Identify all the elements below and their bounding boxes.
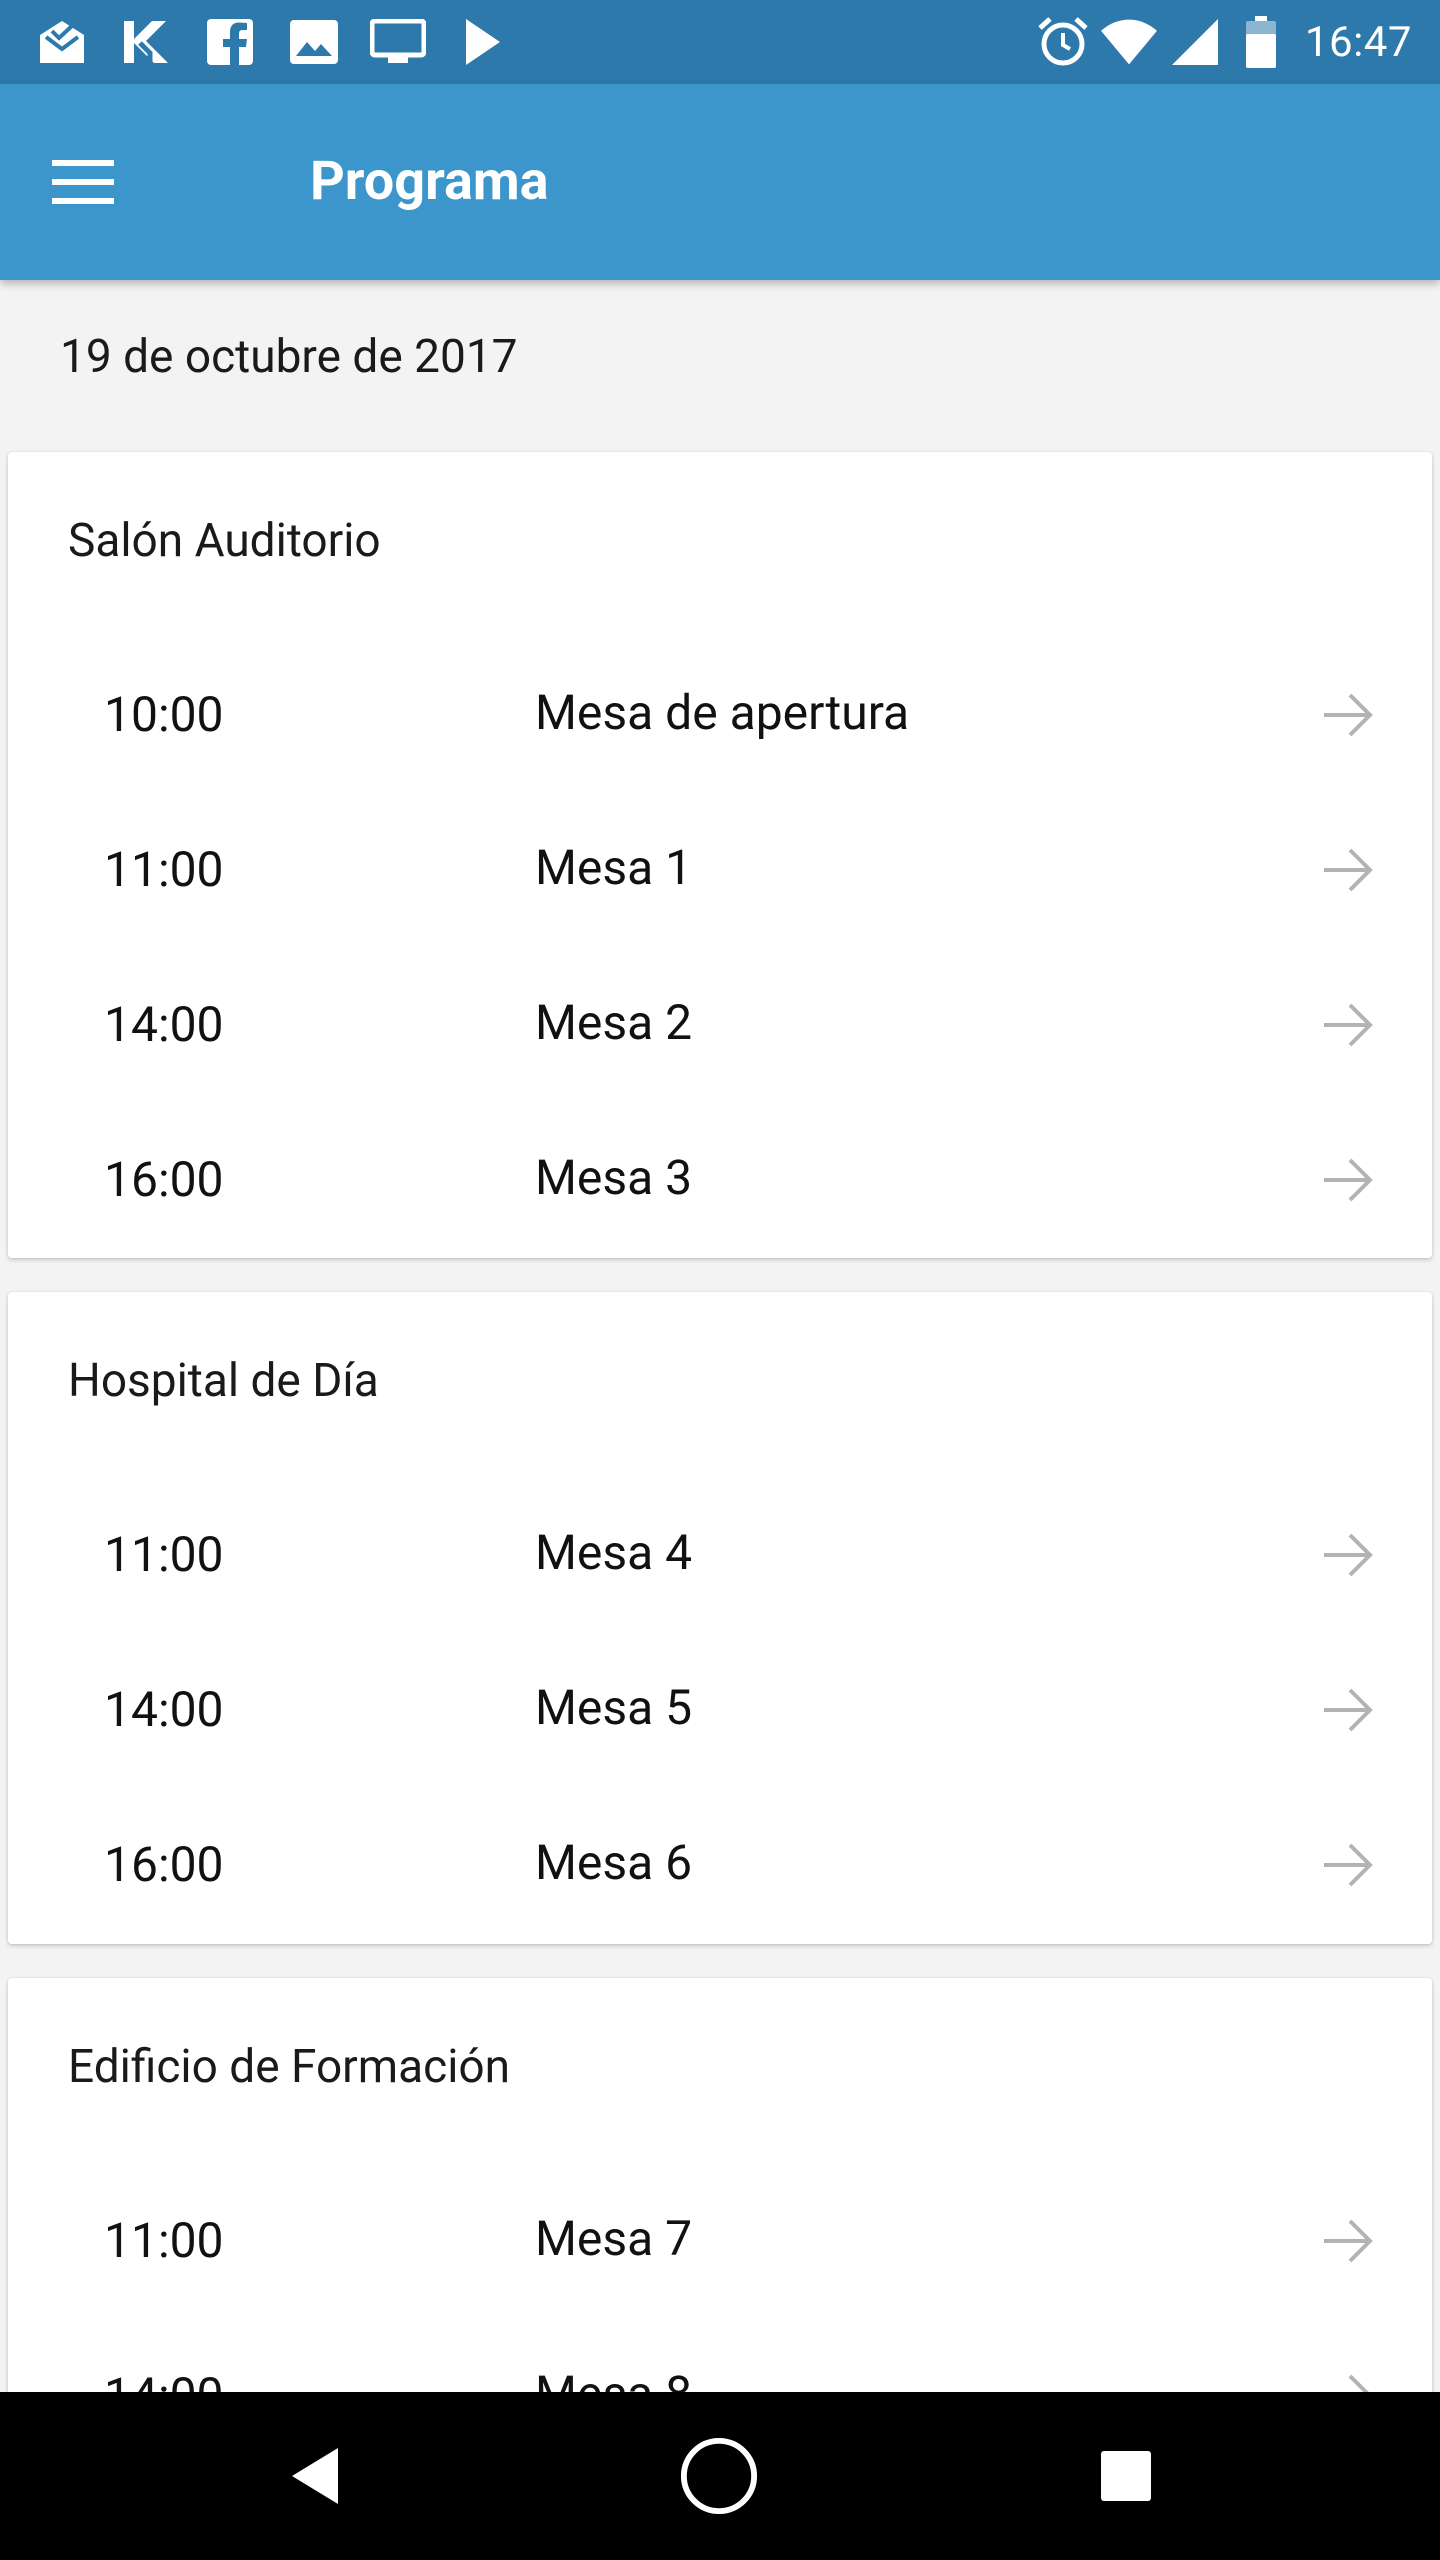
session-title: Mesa 2: [535, 994, 693, 1051]
section-title: Edificio de Formación: [68, 2040, 511, 2094]
tv-icon: [370, 14, 426, 70]
session-title: Mesa 6: [535, 1834, 693, 1891]
app-k-icon: [118, 14, 174, 70]
recents-icon: [1101, 2451, 1151, 2501]
session-row[interactable]: 14:00 Mesa 2: [8, 947, 1432, 1102]
app-bar: Programa: [0, 84, 1440, 280]
arrow-right-icon: [1324, 848, 1373, 892]
arrow-right-icon: [1324, 1843, 1373, 1887]
session-row[interactable]: 16:00 Mesa 6: [8, 1787, 1432, 1942]
section-title: Hospital de Día: [68, 1354, 379, 1408]
hamburger-menu-icon: [52, 160, 114, 204]
session-row[interactable]: 14:00 Mesa 5: [8, 1632, 1432, 1787]
arrow-right-icon: [1324, 1158, 1373, 1202]
home-button[interactable]: [679, 2436, 759, 2516]
session-title: Mesa 4: [535, 1524, 693, 1581]
page-title: Programa: [310, 150, 549, 213]
arrow-right-icon: [1324, 1688, 1373, 1732]
session-title: Mesa 5: [535, 1679, 693, 1736]
session-time: 11:00: [104, 1526, 224, 1583]
session-title: Mesa 7: [535, 2210, 693, 2267]
session-time: 11:00: [104, 841, 224, 898]
back-button[interactable]: [276, 2436, 356, 2516]
menu-button[interactable]: [38, 142, 128, 222]
session-time: 11:00: [104, 2212, 224, 2269]
section-title: Salón Auditorio: [68, 514, 381, 568]
status-time: 16:47: [1304, 17, 1412, 67]
battery-icon: [1233, 14, 1289, 70]
session-time: 14:00: [104, 1681, 224, 1738]
session-row[interactable]: 11:00 Mesa 7: [8, 2163, 1432, 2318]
session-time: 10:00: [104, 686, 224, 743]
session-title: Mesa 3: [535, 1149, 693, 1206]
back-icon: [292, 2448, 338, 2504]
alarm-icon: [1035, 14, 1091, 70]
session-title: Mesa 1: [535, 839, 693, 896]
session-time: 16:00: [104, 1151, 224, 1208]
system-icons: 16:47: [1035, 14, 1412, 70]
session-row[interactable]: 11:00 Mesa 1: [8, 792, 1432, 947]
session-time: 14:00: [104, 996, 224, 1053]
wifi-icon: [1100, 14, 1157, 70]
arrow-right-icon: [1324, 1533, 1373, 1577]
signal-icon: [1167, 14, 1223, 70]
mail-icon: [34, 14, 90, 70]
image-icon: [286, 14, 342, 70]
arrow-right-icon: [1324, 1003, 1373, 1047]
session-time: 16:00: [104, 1836, 224, 1893]
arrow-right-icon: [1324, 693, 1373, 737]
recents-button[interactable]: [1086, 2436, 1166, 2516]
arrow-right-icon: [1324, 2219, 1373, 2263]
facebook-icon: [202, 14, 258, 70]
session-row[interactable]: 10:00 Mesa de apertura: [8, 637, 1432, 792]
status-bar: 16:47: [0, 0, 1440, 84]
home-icon: [680, 2437, 758, 2515]
date-header: 19 de octubre de 2017: [60, 330, 518, 384]
session-row[interactable]: 11:00 Mesa 4: [8, 1477, 1432, 1632]
play-store-icon: [454, 14, 510, 70]
notification-icons: [34, 14, 538, 70]
session-row[interactable]: 16:00 Mesa 3: [8, 1102, 1432, 1257]
session-title: Mesa de apertura: [535, 684, 910, 741]
navigation-bar: [0, 2392, 1440, 2560]
